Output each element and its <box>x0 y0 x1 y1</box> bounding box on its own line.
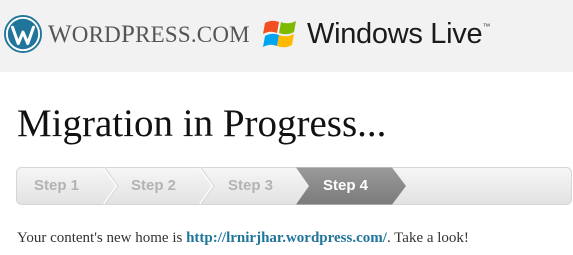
stepper-track <box>16 167 572 205</box>
progress-stepper: Step 1 Step 2 Step 3 Step 4 <box>16 167 572 205</box>
windows-live-logo-text: Windows Live™ <box>307 17 491 50</box>
wordpress-logo-text: WORDPRESS.COM <box>48 20 250 48</box>
status-message: Your content's new home is http://lrnirj… <box>17 230 469 247</box>
step-4: Step 4 <box>323 177 369 194</box>
step-1: Step 1 <box>34 177 80 194</box>
windows-live-logo: Windows Live™ <box>263 17 490 51</box>
logo-bar: WORDPRESS.COM Windows Live™ <box>0 0 573 72</box>
page-title: Migration in Progress... <box>17 102 387 145</box>
step-2: Step 2 <box>131 177 177 194</box>
message-prefix: Your content's new home is <box>17 230 187 246</box>
windows-flag-icon <box>263 20 296 48</box>
step-3: Step 3 <box>228 177 274 194</box>
wordpress-logo: WORDPRESS.COM <box>4 15 250 53</box>
wordpress-logo-icon <box>4 15 42 53</box>
page: WORDPRESS.COM Windows Live™ Migration in… <box>0 0 573 255</box>
message-suffix: . Take a look! <box>386 230 469 246</box>
blog-link[interactable]: http://lrnirjhar.wordpress.com/ <box>186 230 387 246</box>
